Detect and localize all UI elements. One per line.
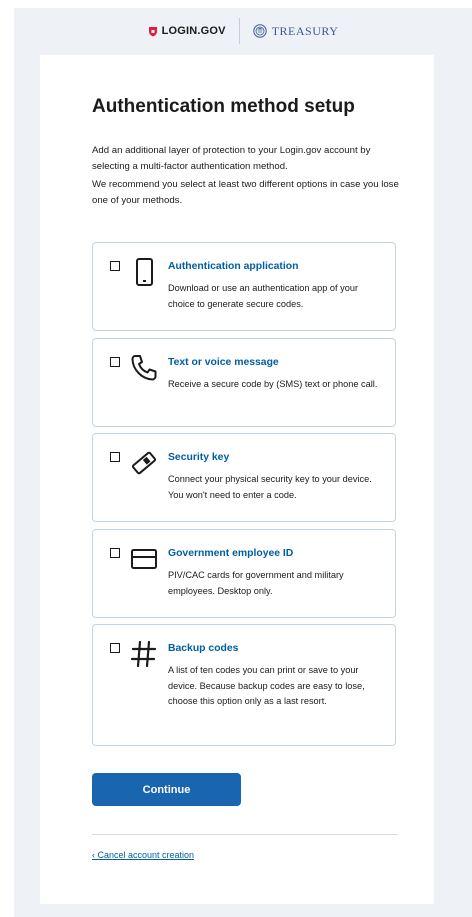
hashtag-icon	[130, 640, 157, 668]
main-card: Authentication method setup Add an addit…	[40, 55, 434, 904]
continue-button[interactable]: Continue	[92, 773, 241, 806]
option-checkbox[interactable]	[110, 548, 120, 558]
phone-handset-icon	[131, 355, 157, 381]
id-card-icon	[131, 549, 157, 569]
option-checkbox[interactable]	[110, 643, 120, 653]
option-description: Receive a secure code by (SMS) text or p…	[168, 379, 378, 389]
cancel-account-creation-link[interactable]: ‹ Cancel account creation	[92, 850, 194, 860]
login-gov-logo: LOGIN.GOV	[148, 25, 226, 37]
page-background: LOGIN.GOV TREASURY Authentication method…	[14, 8, 472, 917]
treasury-logo: TREASURY	[253, 24, 339, 39]
phone-device-icon	[136, 258, 153, 286]
option-description: A list of ten codes you can print or sav…	[168, 665, 365, 706]
logo-divider	[238, 18, 240, 44]
option-title: Text or voice message	[168, 357, 279, 368]
option-title: Government employee ID	[168, 548, 294, 559]
treasury-seal-icon	[253, 24, 267, 38]
login-gov-logo-text: LOGIN.GOV	[161, 25, 226, 37]
option-description: PIV/CAC cards for government and militar…	[168, 570, 344, 596]
option-checkbox[interactable]	[110, 357, 120, 367]
option-security-key[interactable]: Security key Connect your physical secur…	[92, 433, 396, 522]
divider	[92, 834, 398, 835]
shield-icon	[148, 26, 157, 36]
option-checkbox[interactable]	[110, 452, 120, 462]
security-key-icon	[131, 451, 157, 475]
site-header: LOGIN.GOV TREASURY	[14, 8, 472, 54]
option-title: Authentication application	[168, 261, 299, 272]
option-description: Download or use an authentication app of…	[168, 283, 359, 309]
treasury-logo-text: TREASURY	[271, 23, 339, 38]
option-backup-codes[interactable]: Backup codes A list of ten codes you can…	[92, 624, 396, 746]
option-title: Backup codes	[168, 643, 239, 654]
option-checkbox[interactable]	[110, 261, 120, 271]
option-title: Security key	[168, 452, 230, 463]
intro-text-1: Add an additional layer of protection to…	[92, 145, 371, 172]
option-text-or-voice[interactable]: Text or voice message Receive a secure c…	[92, 338, 396, 427]
option-authentication-application[interactable]: Authentication application Download or u…	[92, 242, 396, 331]
intro-text-2: We recommend you select at least two dif…	[92, 179, 399, 206]
page-title: Authentication method setup	[92, 96, 355, 117]
option-government-employee-id[interactable]: Government employee ID PIV/CAC cards for…	[92, 529, 396, 618]
option-description: Connect your physical security key to yo…	[168, 474, 372, 500]
